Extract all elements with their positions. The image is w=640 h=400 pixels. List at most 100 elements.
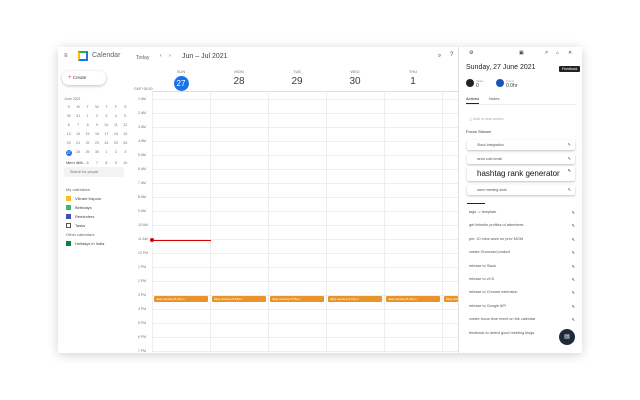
mini-day[interactable]: 7 [92, 161, 101, 165]
calendar-item[interactable]: Tasks [66, 223, 126, 228]
checkbox[interactable] [66, 205, 71, 210]
mini-day[interactable]: 10 [121, 161, 130, 165]
day-header[interactable]: SUN 27 [152, 69, 210, 91]
mini-day[interactable]: 18 [111, 132, 120, 136]
calendar-item[interactable]: Holidays in India [66, 241, 126, 246]
mini-day[interactable]: 13 [64, 132, 73, 136]
task-item[interactable]: create Gumroad product ✎ [469, 250, 575, 258]
mini-day[interactable]: 16 [92, 132, 101, 136]
task-item[interactable]: pm: 10 mins warn on prev MOM ✎ [469, 237, 575, 245]
mini-day[interactable]: 23 [92, 141, 101, 145]
focus-card[interactable]: save meeting slots ✎ [467, 185, 575, 195]
task-item[interactable]: get linkedin profiles of attendees ✎ [469, 223, 575, 231]
checkbox[interactable] [66, 223, 71, 228]
focus-card[interactable]: send cold email ✎ [467, 154, 575, 164]
screen-icon[interactable]: ▣ [519, 50, 524, 56]
mini-day[interactable]: 27 [65, 150, 72, 156]
mini-day[interactable]: 28 [73, 150, 82, 156]
next-icon[interactable]: › [169, 53, 171, 59]
mini-day[interactable]: 17 [102, 132, 111, 136]
calendar-event[interactable]: daily standup 8:15pm [270, 296, 324, 302]
mini-day[interactable]: 9 [111, 161, 120, 165]
day-header[interactable]: MON 28 [210, 69, 268, 87]
calendar-item[interactable]: Birthdays [66, 205, 126, 210]
edit-icon[interactable]: ✎ [572, 317, 575, 322]
edit-icon[interactable]: ✎ [572, 290, 575, 295]
calendar-item[interactable]: Vikrant Kapoor [66, 196, 126, 201]
search-icon[interactable]: ⌕ [438, 53, 441, 60]
task-item[interactable]: release to Google API ✎ [469, 304, 575, 312]
calendar-event[interactable]: daily standup [444, 296, 458, 302]
mini-day[interactable]: 3 [121, 150, 130, 156]
feedback-tooltip[interactable]: Feedback [559, 66, 581, 72]
help-icon[interactable]: ? [450, 52, 453, 58]
tab-notes[interactable]: Notes [489, 96, 499, 101]
mini-day[interactable]: 5 [121, 114, 130, 118]
day-number[interactable]: 30 [326, 76, 384, 87]
edit-icon[interactable]: ✎ [568, 187, 571, 192]
create-button[interactable]: + Create [62, 71, 106, 85]
mini-day[interactable]: 10 [102, 123, 111, 127]
day-number[interactable]: 29 [268, 76, 326, 87]
chat-button[interactable]: ▤ [559, 329, 575, 345]
mini-day[interactable]: 24 [102, 141, 111, 145]
mini-day[interactable]: 6 [64, 123, 73, 127]
edit-icon[interactable]: ✎ [568, 142, 571, 147]
checkbox[interactable] [66, 196, 71, 201]
task-item[interactable]: release to Chrome extension ✎ [469, 290, 575, 298]
tab-actions[interactable]: Actions [466, 96, 480, 104]
today-button[interactable]: Today [136, 55, 149, 61]
mini-day[interactable]: 20 [64, 141, 73, 145]
calendar-event[interactable]: daily standup 8:15pm [154, 296, 208, 302]
edit-icon[interactable]: ✎ [568, 156, 571, 161]
edit-icon[interactable]: ✎ [568, 168, 571, 173]
mini-day[interactable]: 11 [111, 123, 120, 127]
edit-icon[interactable]: ✎ [572, 210, 575, 215]
mini-day[interactable]: 8 [102, 161, 111, 165]
mini-day[interactable]: 7 [73, 123, 82, 127]
mini-day[interactable]: 12 [121, 123, 130, 127]
prev-icon[interactable]: ‹ [160, 53, 162, 59]
close-icon[interactable]: ✕ [568, 50, 572, 56]
mini-day[interactable]: 29 [83, 150, 92, 156]
mini-day[interactable]: 14 [73, 132, 82, 136]
home-icon[interactable]: ⌂ [556, 50, 559, 56]
edit-icon[interactable]: ✎ [572, 223, 575, 228]
task-item[interactable]: tags -> template ✎ [469, 210, 575, 218]
day-number[interactable]: 1 [384, 76, 442, 87]
calendar-event[interactable]: daily standup 8:15pm [328, 296, 382, 302]
mini-day[interactable]: 21 [73, 141, 82, 145]
add-action-input[interactable]: △ Add a new action [469, 116, 504, 121]
mini-day[interactable]: 22 [83, 141, 92, 145]
day-header[interactable]: TUE 29 [268, 69, 326, 87]
checkbox[interactable] [66, 214, 71, 219]
mini-day[interactable]: 9 [92, 123, 101, 127]
task-item[interactable]: create focus time event on the calendar ✎ [469, 317, 575, 325]
focus-card[interactable]: Slack integration ✎ [467, 140, 575, 150]
mini-day[interactable]: 26 [121, 141, 130, 145]
day-number[interactable]: 27 [173, 76, 189, 91]
calendar-item[interactable]: Reminders [66, 214, 126, 219]
task-item[interactable]: release to Slack ✎ [469, 264, 575, 272]
mini-day[interactable]: 15 [83, 132, 92, 136]
external-link-icon[interactable]: ↗ [544, 50, 548, 56]
task-item[interactable]: release to v0.5 ✎ [469, 277, 575, 285]
edit-icon[interactable]: ✎ [572, 304, 575, 309]
search-people-input[interactable]: Search for people [64, 167, 124, 177]
calendar-event[interactable]: daily standup 8:15pm [212, 296, 266, 302]
settings-icon[interactable]: ⚙ [469, 50, 473, 56]
day-header[interactable]: THU 1 [384, 69, 442, 87]
menu-icon[interactable]: ≡ [64, 53, 68, 59]
mini-day[interactable]: 30 [92, 150, 101, 156]
edit-icon[interactable]: ✎ [572, 277, 575, 282]
mini-day[interactable]: 30 [64, 114, 73, 118]
mini-day[interactable]: 4 [111, 114, 120, 118]
edit-icon[interactable]: ✎ [572, 264, 575, 269]
mini-day[interactable]: 2 [92, 114, 101, 118]
day-header[interactable]: WED 30 [326, 69, 384, 87]
mini-day[interactable]: 8 [83, 123, 92, 127]
edit-icon[interactable]: ✎ [572, 237, 575, 242]
day-number[interactable]: 28 [210, 76, 268, 87]
checkbox[interactable] [66, 241, 71, 246]
mini-day[interactable]: 19 [121, 132, 130, 136]
